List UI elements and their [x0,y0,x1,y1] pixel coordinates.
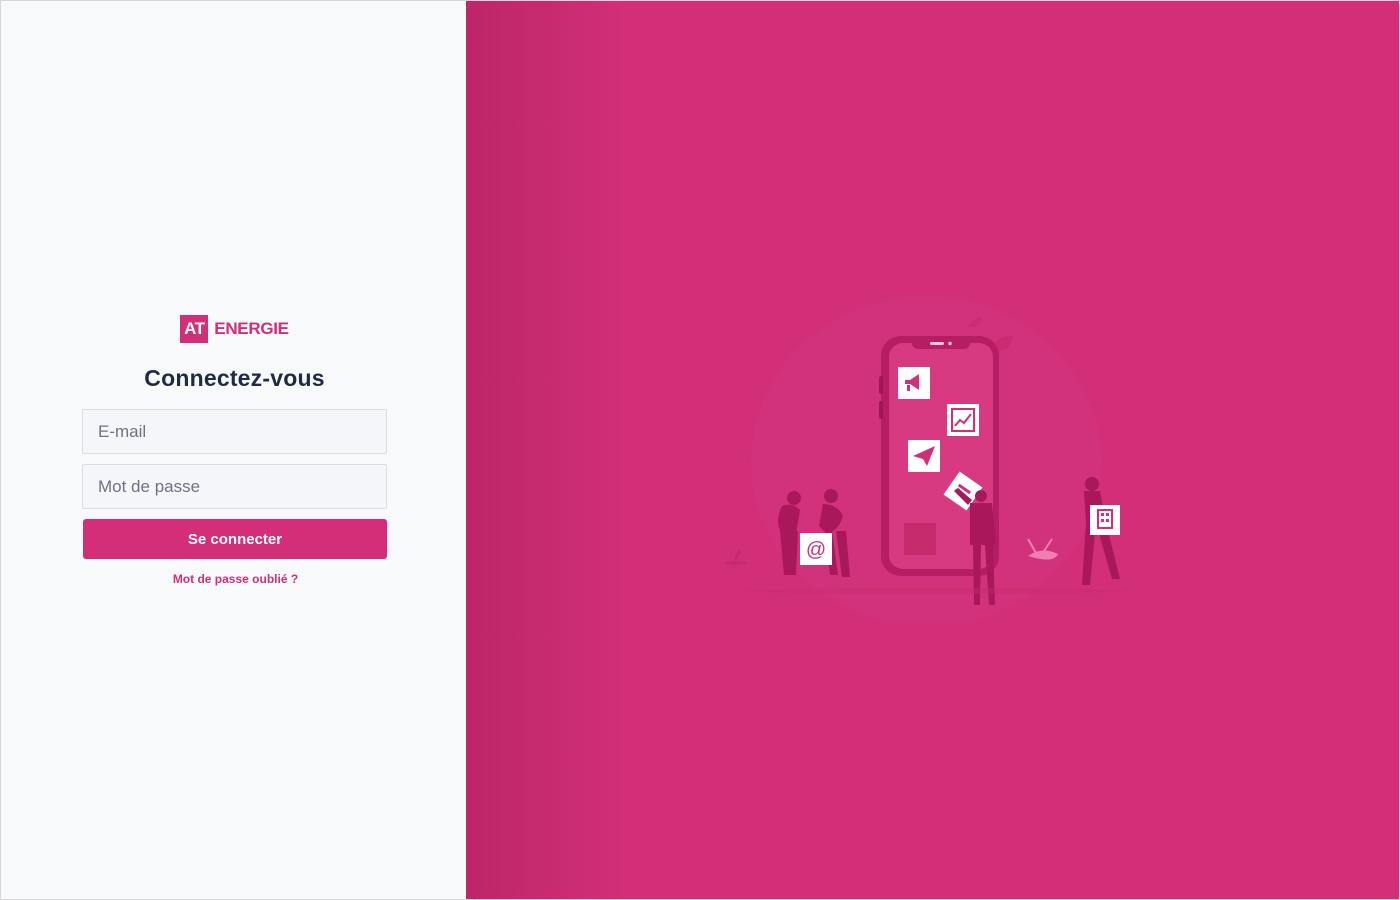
chart-icon [947,404,979,436]
password-field[interactable] [82,464,387,509]
logo-box: AT [180,314,209,343]
login-form: AT ENERGIE Connectez-vous Se connecter M… [82,314,387,588]
hero-panel: @ [466,1,1399,899]
paper-plane-icon [908,440,940,472]
svg-text:@: @ [806,539,826,561]
brand-logo: AT ENERGIE [82,314,387,343]
megaphone-icon [898,367,930,399]
login-panel: AT ENERGIE Connectez-vous Se connecter M… [1,1,466,899]
illustration: @ [724,296,1126,621]
forgot-password-link[interactable]: Mot de passe oublié ? [173,572,298,586]
hero-shade [466,1,626,899]
page-title: Connectez-vous [144,365,325,391]
at-sign-icon: @ [800,533,832,565]
logo-text: ENERGIE [214,318,289,338]
building-icon [1090,505,1120,535]
app-window: AT ENERGIE Connectez-vous Se connecter M… [0,0,1400,900]
login-button[interactable]: Se connecter [83,519,387,559]
email-field[interactable] [82,409,387,454]
